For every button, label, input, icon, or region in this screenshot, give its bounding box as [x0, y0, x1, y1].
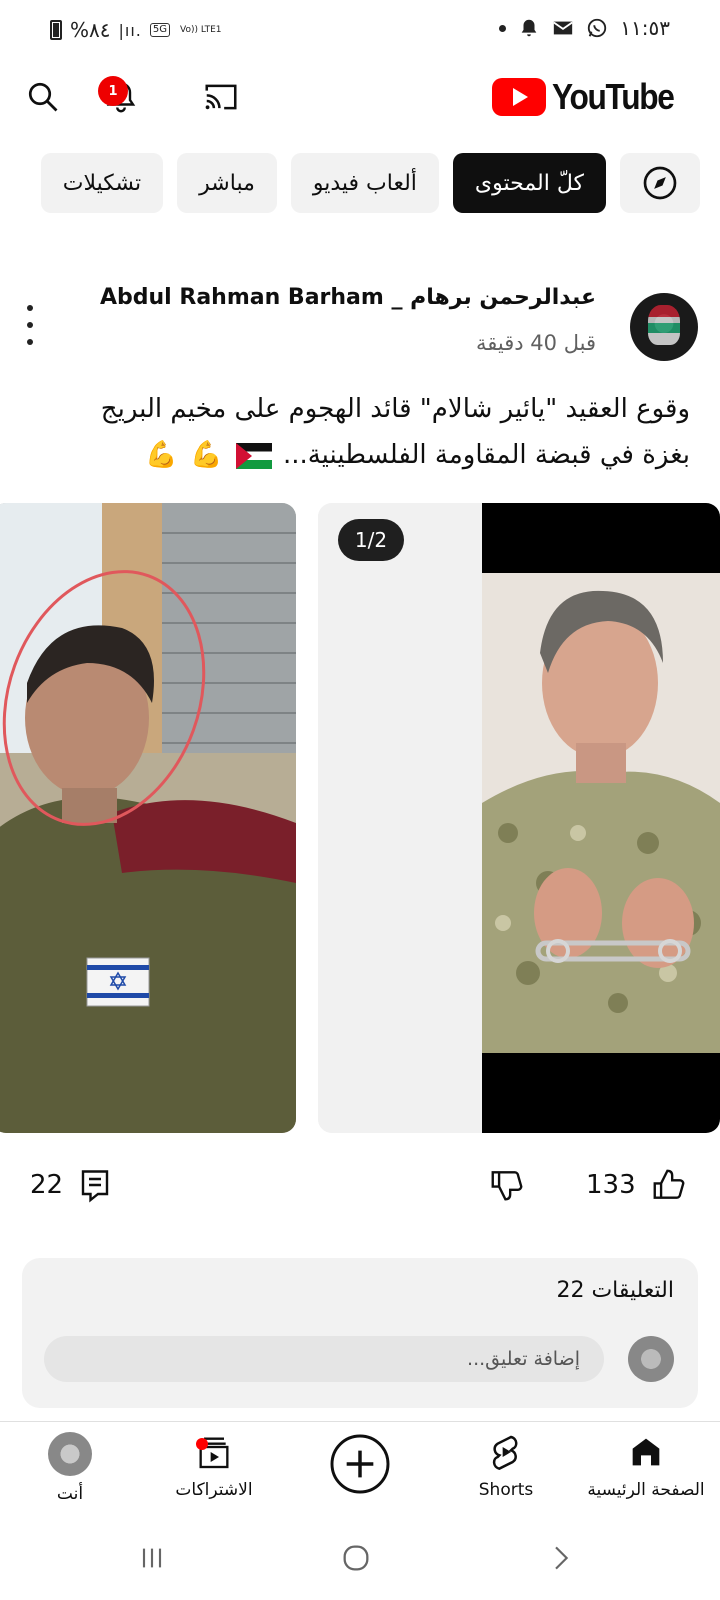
- chip-mixes[interactable]: تشكيلات: [40, 153, 164, 213]
- nav-shorts-label: Shorts: [478, 1480, 534, 1500]
- like-button[interactable]: 133: [586, 1160, 688, 1210]
- filter-chips: كلّ المحتوى ألعاب فيديو مباشر تشكيلات: [0, 153, 720, 215]
- home-circle-icon: [343, 1545, 369, 1571]
- compass-icon: [643, 166, 677, 200]
- nav-home[interactable]: الصفحة الرئيسية: [576, 1432, 716, 1518]
- network-badge: 5G: [149, 23, 170, 37]
- bell-status-icon: [521, 19, 537, 37]
- handcuffed-man-photo: [318, 503, 720, 1133]
- nav-you-label: أنت: [56, 1484, 84, 1504]
- back-chevron-icon: [555, 1546, 569, 1570]
- post-text-line-1: وقوع العقيد "يائير شالام" قائد الهجوم عل…: [100, 394, 690, 424]
- create-icon: [330, 1434, 390, 1494]
- post-image-2[interactable]: [0, 503, 296, 1133]
- recent-apps-button[interactable]: [122, 1533, 182, 1583]
- nav-subscriptions-label: الاشتراكات: [175, 1480, 253, 1500]
- nav-home-label: الصفحة الرئيسية: [587, 1480, 705, 1500]
- chip-all[interactable]: كلّ المحتوى: [452, 153, 606, 213]
- notifications-button[interactable]: 1: [96, 72, 146, 122]
- comments-count: 22: [30, 1170, 64, 1200]
- home-icon: [632, 1438, 660, 1466]
- bottom-navigation: الصفحة الرئيسية Shorts الاشتراكات أنت: [0, 1421, 720, 1521]
- notification-badge: 1: [98, 76, 128, 106]
- shorts-icon: [492, 1435, 518, 1470]
- status-time: ١١:٥٣: [620, 16, 670, 40]
- system-navigation-bar: [0, 1521, 720, 1600]
- cast-button[interactable]: [196, 72, 246, 122]
- post-text-line-2: بغزة في قبضة المقاومة الفلسطينية...: [282, 440, 690, 470]
- youtube-wordmark: YouTube: [551, 76, 675, 117]
- kebab-dot: [27, 322, 33, 328]
- flexed-biceps-icon: 💪: [190, 440, 223, 470]
- mail-icon: [553, 21, 573, 35]
- chip-video-games[interactable]: ألعاب فيديو: [290, 153, 439, 213]
- thumbs-down-icon: [491, 1171, 523, 1201]
- home-system-button[interactable]: [326, 1533, 386, 1583]
- nav-you[interactable]: أنت: [0, 1432, 140, 1518]
- kebab-dot: [27, 339, 33, 345]
- top-app-bar: 1 YouTube: [0, 62, 720, 132]
- status-bar: %٨٤ |ıı. 5G Vo)) LTE1 ١١:٥٣: [0, 0, 720, 62]
- add-comment-input[interactable]: إضافة تعليق...: [44, 1336, 604, 1382]
- comment-icon: [81, 1170, 109, 1203]
- officer-photo: [0, 503, 296, 1133]
- youtube-play-icon: [491, 78, 546, 116]
- signal-icon: |ıı.: [118, 20, 142, 40]
- avatar: [48, 1432, 92, 1476]
- battery-level: %٨٤: [70, 18, 111, 42]
- back-button[interactable]: [530, 1533, 590, 1583]
- image-carousel[interactable]: 1/2: [0, 503, 720, 1133]
- search-icon: [28, 82, 58, 112]
- nav-subscriptions[interactable]: الاشتراكات: [144, 1432, 284, 1518]
- chip-live[interactable]: مباشر: [177, 153, 277, 213]
- search-button[interactable]: [18, 72, 68, 122]
- post-header: عبدالرحمن برهام _ Abdul Rahman Barham قب…: [0, 285, 720, 365]
- post-text[interactable]: وقوع العقيد "يائير شالام" قائد الهجوم عل…: [20, 386, 690, 478]
- palestine-flag-icon: [235, 442, 272, 469]
- channel-name[interactable]: عبدالرحمن برهام _ Abdul Rahman Barham: [100, 285, 596, 310]
- thumbs-up-icon: [653, 1169, 685, 1199]
- comments-button[interactable]: 22: [30, 1160, 113, 1210]
- recent-apps-icon: [142, 1548, 162, 1568]
- post-text-line-2-wrap: بغزة في قبضة المقاومة الفلسطينية... 💪 💪: [20, 432, 690, 478]
- comments-section[interactable]: التعليقات 22 إضافة تعليق...: [22, 1258, 698, 1408]
- volte-badge: Vo)) LTE1: [180, 25, 222, 35]
- post-actions: 22 133: [0, 1160, 720, 1220]
- user-avatar: [628, 1336, 674, 1382]
- dislike-button[interactable]: [488, 1160, 526, 1210]
- like-count: 133: [586, 1170, 636, 1200]
- whatsapp-icon: [588, 18, 607, 38]
- post-image-1[interactable]: 1/2: [318, 503, 720, 1133]
- channel-avatar[interactable]: [630, 293, 698, 361]
- youtube-logo[interactable]: YouTube: [491, 76, 690, 118]
- cast-icon: [205, 84, 237, 110]
- more-options-button[interactable]: [18, 305, 42, 345]
- nav-create[interactable]: [290, 1432, 430, 1518]
- post-time: قبل 40 دقيقة: [476, 331, 596, 355]
- image-counter: 1/2: [338, 519, 404, 561]
- comments-title: التعليقات 22: [556, 1278, 674, 1303]
- flexed-biceps-icon: 💪: [145, 440, 178, 470]
- kebab-dot: [27, 305, 33, 311]
- nav-shorts[interactable]: Shorts: [436, 1432, 576, 1518]
- new-content-dot: [196, 1438, 208, 1450]
- battery-icon: [50, 20, 62, 40]
- explore-chip[interactable]: [620, 153, 700, 213]
- dot-icon: [499, 24, 507, 32]
